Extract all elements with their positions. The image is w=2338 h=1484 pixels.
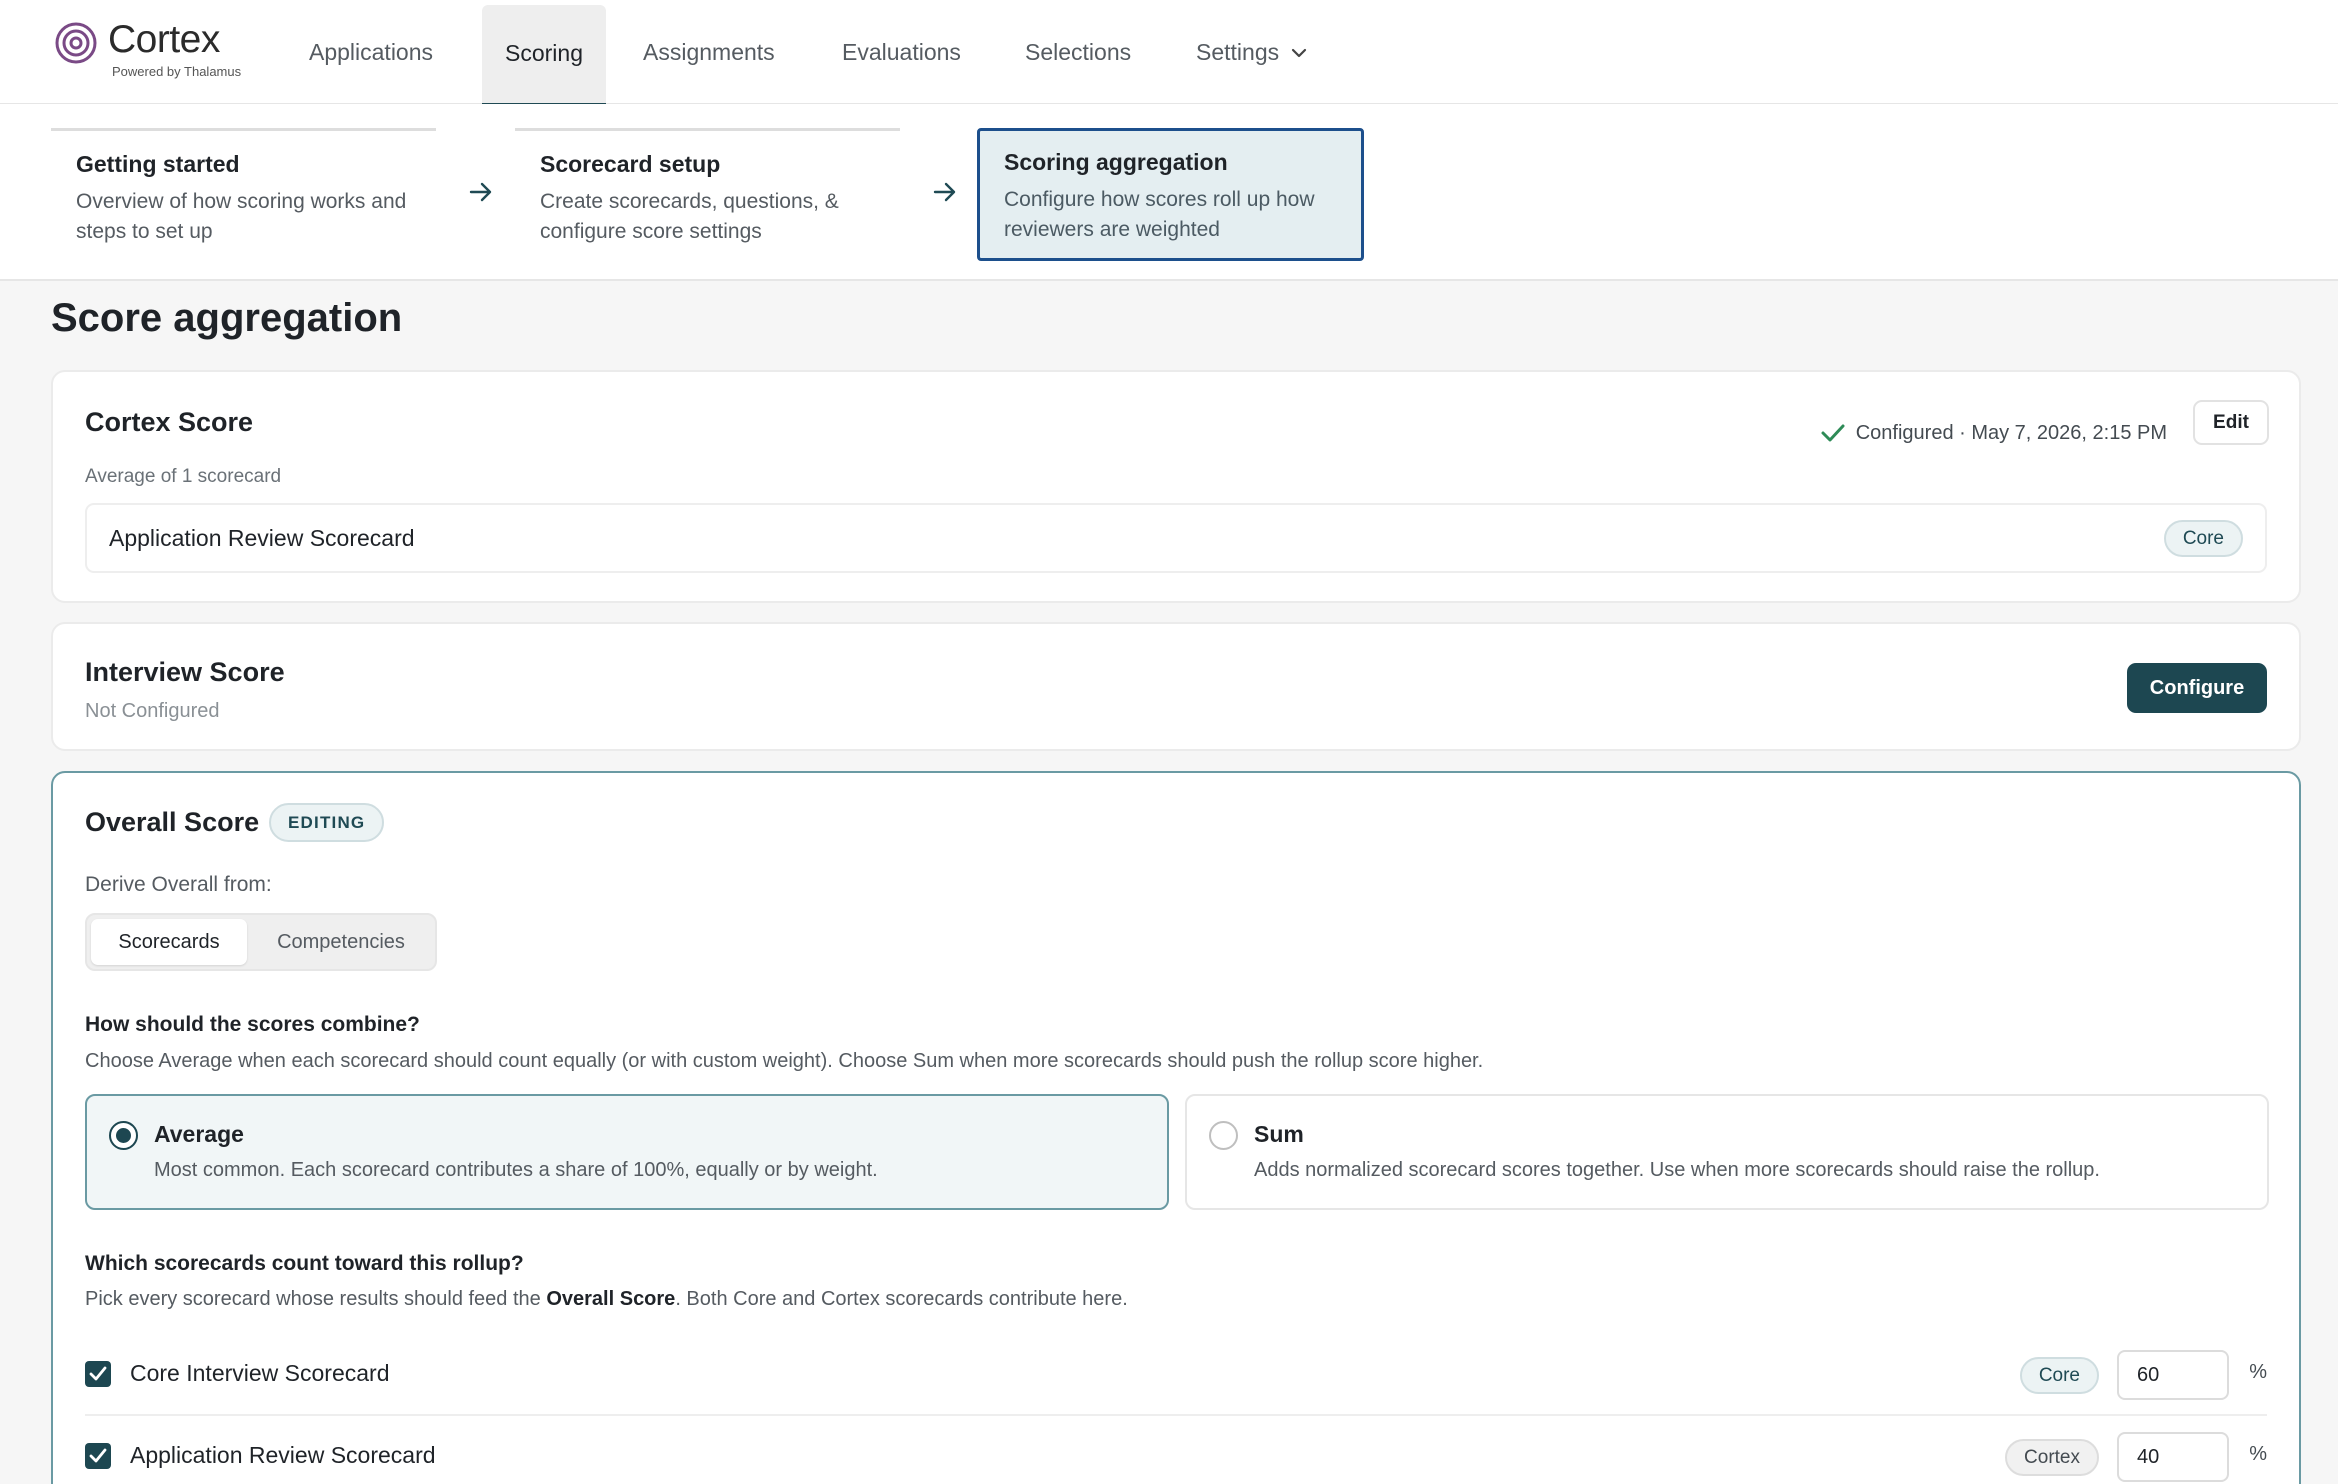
scorecard-name: Application Review Scorecard [109, 525, 415, 551]
nav-settings[interactable]: Settings [1196, 0, 1307, 103]
checkmark-icon [89, 1366, 107, 1381]
derive-option-competencies[interactable]: Competencies [247, 919, 435, 965]
interview-score-card: Interview Score Not Configured Configure [51, 622, 2301, 751]
option-description: Adds normalized scorecard scores togethe… [1254, 1159, 2100, 1181]
step-title: Scorecard setup [540, 151, 721, 177]
cortex-logo-icon [55, 22, 97, 64]
combine-option-average[interactable]: Average Most common. Each scorecard cont… [85, 1094, 1169, 1210]
nav-selections[interactable]: Selections [1025, 0, 1131, 103]
rollup-question: Which scorecards count toward this rollu… [85, 1252, 524, 1275]
combine-question: How should the scores combine? [85, 1013, 420, 1036]
logo[interactable]: Cortex Powered by Thalamus [54, 18, 254, 84]
check-icon [1821, 424, 1845, 442]
step-getting-started[interactable]: Getting started Overview of how scoring … [51, 128, 436, 261]
configure-button[interactable]: Configure [2127, 663, 2267, 713]
edit-button[interactable]: Edit [2193, 400, 2269, 445]
combine-option-sum[interactable]: Sum Adds normalized scorecard scores tog… [1185, 1094, 2269, 1210]
cortex-score-card: Cortex Score Configured · May 7, 2026, 2… [51, 370, 2301, 603]
scorecard-weight-input[interactable] [2117, 1432, 2229, 1482]
percent-unit: % [2249, 1361, 2267, 1383]
radio-unselected[interactable] [1209, 1121, 1238, 1150]
nav-assignments[interactable]: Assignments [643, 0, 775, 103]
derive-toggle: Scorecards Competencies [85, 913, 437, 971]
app-frame: Cortex Powered by Thalamus Applications … [0, 0, 2338, 1484]
arrow-right-icon [933, 182, 956, 202]
scorecard-checkbox[interactable] [85, 1443, 111, 1469]
cortex-score-status: Configured · May 7, 2026, 2:15 PM [1820, 422, 2167, 445]
cortex-score-subtitle: Average of 1 scorecard [85, 466, 282, 487]
chevron-down-icon [1292, 48, 1307, 58]
nav-settings-label: Settings [1196, 39, 1280, 65]
scorecard-tag: Cortex [2005, 1439, 2099, 1476]
radio-selected[interactable] [109, 1121, 138, 1150]
derive-label: Derive Overall from: [85, 873, 272, 896]
rollup-help-text: Pick every scorecard whose results shoul… [85, 1288, 547, 1310]
scorecard-name: Application Review Scorecard [130, 1442, 436, 1468]
step-title: Scoring aggregation [1004, 149, 1228, 175]
step-scoring-aggregation[interactable]: Scoring aggregation Configure how scores… [977, 128, 1364, 261]
top-navigation: Cortex Powered by Thalamus Applications … [0, 0, 2338, 106]
step-title: Getting started [76, 151, 240, 177]
rollup-help-text-end: . Both Core and Cortex scorecards contri… [675, 1288, 1128, 1310]
step-description: Configure how scores roll up how reviewe… [1004, 188, 1315, 241]
scorecard-name: Core Interview Scorecard [130, 1360, 390, 1386]
step-scorecard-setup[interactable]: Scorecard setup Create scorecards, quest… [515, 128, 900, 261]
scorecard-tag: Core [2163, 520, 2243, 557]
rollup-help: Pick every scorecard whose results shoul… [85, 1288, 1128, 1311]
nav-scoring[interactable]: Scoring [482, 5, 606, 106]
scorecard-tag: Core [2019, 1357, 2099, 1394]
interview-score-status: Not Configured [85, 700, 220, 722]
step-description: Create scorecards, questions, & configur… [540, 190, 839, 243]
scorecard-weight-input[interactable] [2117, 1350, 2229, 1400]
status-text: Configured · May 7, 2026, 2:15 PM [1855, 422, 2167, 444]
step-description: Overview of how scoring works and steps … [76, 190, 407, 243]
option-title: Average [154, 1121, 244, 1147]
overall-score-title: Overall Score [85, 807, 260, 837]
nav-evaluations[interactable]: Evaluations [842, 0, 961, 103]
app-tagline: Powered by Thalamus [112, 64, 242, 79]
overall-score-card: Overall Score EDITING Derive Overall fro… [51, 771, 2301, 1484]
scorecard-checkbox[interactable] [85, 1361, 111, 1387]
percent-unit: % [2249, 1443, 2267, 1465]
page-title: Score aggregation [51, 296, 403, 340]
interview-score-title: Interview Score [85, 657, 285, 687]
combine-help: Choose Average when each scorecard shoul… [85, 1050, 1484, 1072]
nav-applications[interactable]: Applications [309, 0, 433, 103]
setup-stepper: Getting started Overview of how scoring … [0, 104, 2338, 281]
editing-badge: EDITING [269, 803, 385, 842]
derive-option-scorecards[interactable]: Scorecards [91, 919, 247, 965]
option-title: Sum [1254, 1121, 1304, 1147]
app-name: Cortex [108, 18, 220, 61]
option-description: Most common. Each scorecard contributes … [154, 1159, 878, 1181]
scorecard-row: Application Review Scorecard Cortex % [85, 1418, 2267, 1484]
arrow-right-icon [469, 182, 492, 202]
cortex-score-title: Cortex Score [85, 407, 254, 437]
checkmark-icon [89, 1448, 107, 1463]
rollup-help-emphasis: Overall Score [546, 1288, 676, 1310]
scorecard-row: Application Review Scorecard Core [85, 503, 2267, 573]
scorecard-row: Core Interview Scorecard Core % [85, 1336, 2267, 1416]
